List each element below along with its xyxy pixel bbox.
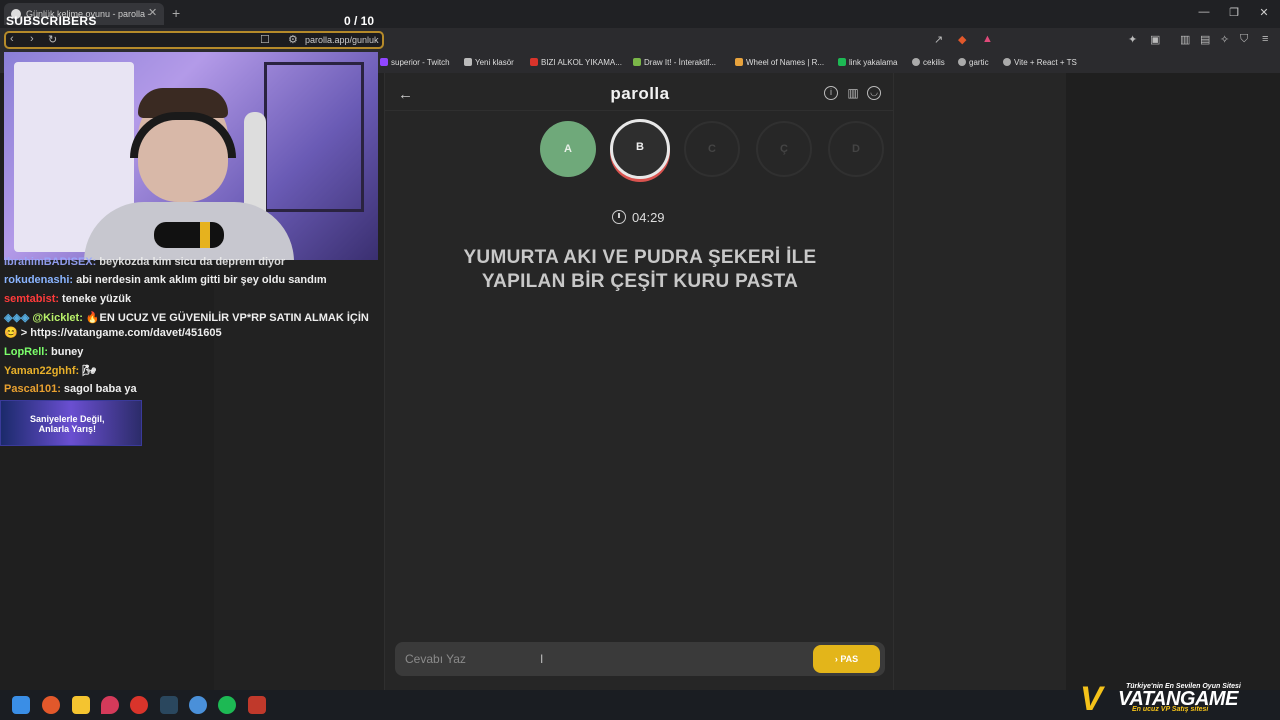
app-icon[interactable]: [130, 696, 148, 714]
info-icon[interactable]: i: [824, 86, 838, 100]
bookmark-favicon-icon: [530, 58, 538, 66]
wallet-icon[interactable]: ▤: [1200, 33, 1210, 46]
clock-icon: [612, 210, 626, 224]
app-icon[interactable]: [248, 696, 266, 714]
page-right-gutter: [894, 73, 1066, 690]
microphone: [154, 222, 224, 248]
back-arrow-icon[interactable]: ←: [398, 86, 413, 103]
file-explorer-icon[interactable]: [72, 696, 90, 714]
chat-message: Pascal101: sagol baba ya: [4, 383, 137, 395]
bookmark-item[interactable]: superior - Twitch: [380, 58, 450, 67]
answer-input[interactable]: [405, 650, 805, 668]
letter-circle-c: C: [684, 121, 740, 177]
clue-text: YUMURTA AKI VE PUDRA ŞEKERİ İLE YAPILAN …: [420, 246, 860, 294]
back-nav-icon[interactable]: ‹: [10, 33, 14, 45]
brave-shield-icon[interactable]: ◆: [958, 33, 966, 46]
microphone-band: [200, 222, 210, 248]
bookmark-item[interactable]: BIZI ALKOL YIKAMA...: [530, 58, 622, 67]
clue-line-2: YAPILAN BİR ÇEŞİT KURU PASTA: [481, 271, 799, 292]
letter-circle-cc: Ç: [756, 121, 812, 177]
globe-icon: [1003, 58, 1011, 66]
stats-icon[interactable]: ▥: [846, 86, 860, 100]
header-divider: [384, 110, 894, 111]
profile-icon[interactable]: ◡: [867, 86, 881, 100]
page-far-right: [1066, 73, 1280, 690]
site-info-icon[interactable]: ⚙: [288, 33, 298, 46]
chat-message: Yaman22ghhf: 🌬: [4, 365, 97, 377]
chat-message: LopRell: buney: [4, 346, 84, 358]
countdown-timer: 04:29: [632, 210, 665, 225]
close-window-icon[interactable]: ✕: [1256, 6, 1272, 19]
menu-icon[interactable]: ≡: [1262, 33, 1268, 45]
subscribers-goal-count: 0 / 10: [344, 14, 375, 28]
share-icon[interactable]: ↗: [934, 33, 943, 46]
pass-button[interactable]: › PAS: [813, 645, 880, 673]
sponsor-subline: En ucuz VP Satış sitesi: [1132, 706, 1209, 713]
promo-text: Saniyelerle Değil, Anlarla Yarış!: [30, 414, 105, 434]
bookmark-favicon-icon: [838, 58, 846, 66]
bookmark-item[interactable]: Draw It! - İnteraktif...: [633, 58, 716, 67]
chat-badges: ◈◈◈: [4, 312, 30, 324]
bookmark-favicon-icon: [633, 58, 641, 66]
chat-message: rokudenashi: abi nerdesin amk aklım gitti…: [4, 274, 327, 286]
close-tab-icon[interactable]: ✕: [148, 6, 157, 19]
minimize-icon[interactable]: —: [1196, 6, 1212, 18]
bookmark-icon[interactable]: ☐: [260, 33, 270, 46]
brave-rewards-icon[interactable]: ▲: [982, 33, 993, 45]
bookmark-folder[interactable]: Yeni klasör: [464, 58, 514, 67]
riot-icon[interactable]: [101, 696, 119, 714]
parolla-logo: parolla: [610, 84, 670, 103]
extensions-icon[interactable]: ✦: [1128, 33, 1137, 46]
twitch-icon: [380, 58, 388, 66]
webcam-shelf: [264, 62, 364, 212]
browser-tab-bar: [0, 0, 1280, 28]
letter-circle-a: A: [540, 121, 596, 177]
app-icon[interactable]: [189, 696, 207, 714]
chat-message: 😊 > https://vatangame.com/davet/451605: [4, 327, 222, 339]
url-text: parolla.app/gunluk: [305, 35, 379, 45]
spotify-icon[interactable]: [218, 696, 236, 714]
leo-ai-icon[interactable]: ✧: [1220, 33, 1229, 46]
forward-nav-icon[interactable]: ›: [30, 33, 34, 45]
reload-icon[interactable]: ↻: [48, 33, 57, 46]
bookmark-item[interactable]: cekilis: [912, 58, 945, 67]
sidebar-icon[interactable]: ▥: [1180, 33, 1190, 46]
chat-message: semtabist: teneke yüzük: [4, 293, 132, 305]
new-tab-icon[interactable]: +: [172, 5, 180, 21]
clue-line-1: YUMURTA AKI VE PUDRA ŞEKERİ İLE: [463, 247, 817, 268]
subscribers-goal-label: SUBSCRIBERS: [6, 14, 97, 28]
tab-groups-icon[interactable]: ▣: [1150, 33, 1160, 46]
globe-icon: [958, 58, 966, 66]
bookmark-item[interactable]: Wheel of Names | R...: [735, 58, 824, 67]
windows-start-icon[interactable]: [12, 696, 30, 714]
letter-circle-b: B: [610, 119, 670, 179]
steam-icon[interactable]: [160, 696, 178, 714]
letter-circle-d: D: [828, 121, 884, 177]
folder-icon: [464, 58, 472, 66]
bookmark-item[interactable]: Vite + React + TS: [1003, 58, 1077, 67]
globe-icon: [912, 58, 920, 66]
vpn-icon[interactable]: ⛉: [1240, 33, 1248, 46]
maximize-icon[interactable]: ❐: [1226, 6, 1242, 19]
chat-message: IbrahimBADISEX: beykozda kim sicu da depr…: [4, 256, 286, 268]
vatangame-v-logo: V: [1080, 680, 1103, 718]
webcam-feed: [4, 52, 378, 260]
bookmark-item[interactable]: gartic: [958, 58, 989, 67]
text-cursor-icon: I: [540, 652, 544, 666]
brave-browser-icon[interactable]: [42, 696, 60, 714]
bookmark-item[interactable]: link yakalama: [838, 58, 897, 67]
bookmark-favicon-icon: [735, 58, 743, 66]
chat-message: ◈◈◈ @Kicklet: 🔥EN UCUZ VE GÜVENİLİR VP*RP …: [4, 312, 369, 324]
